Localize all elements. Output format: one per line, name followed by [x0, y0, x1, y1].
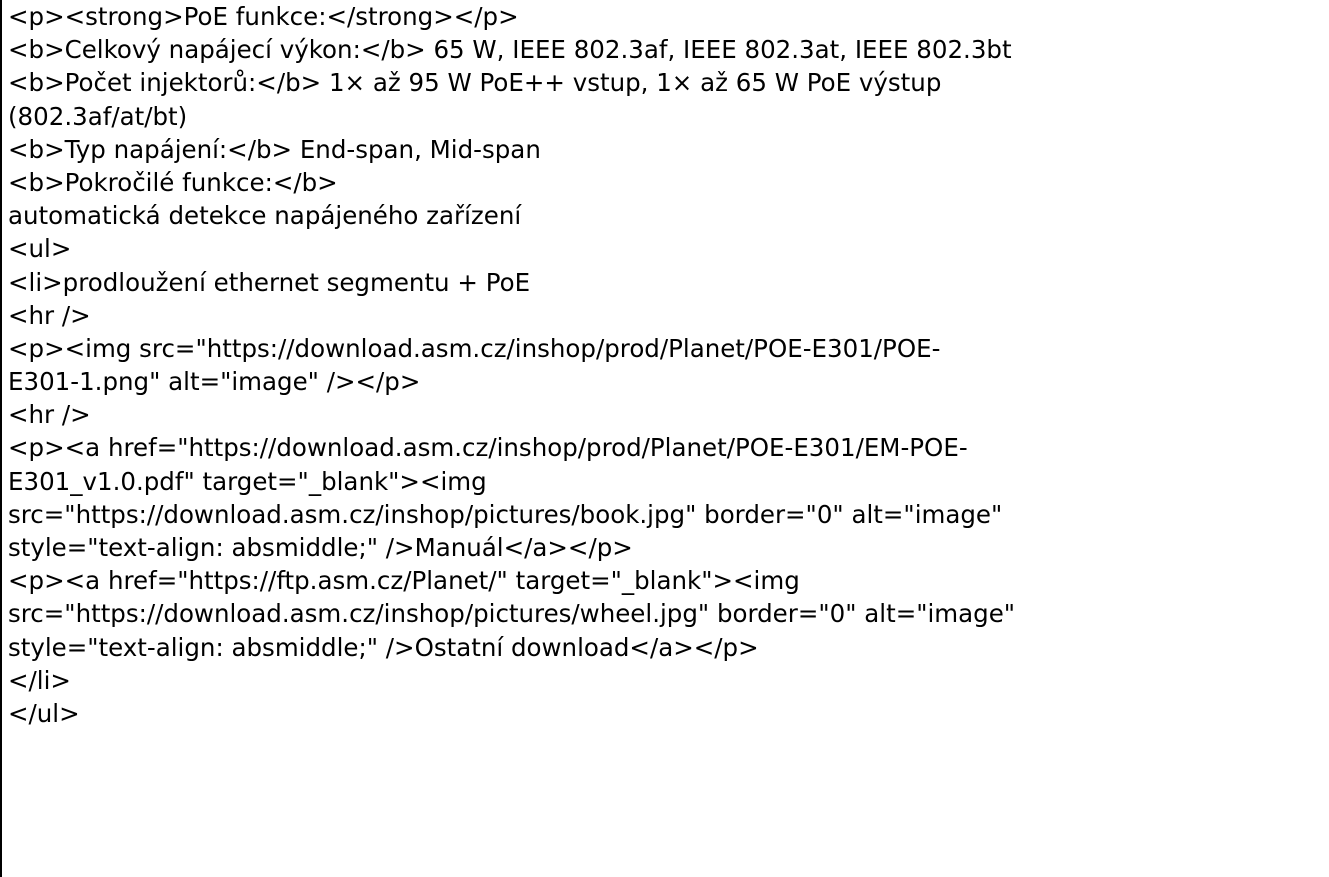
html-source-text-area[interactable]: <p><strong>PoE funkce:</strong></p> <b>C… — [0, 0, 1329, 877]
source-line-7: automatická detekce napájeného zařízení — [8, 201, 522, 231]
source-line-16: src="https://download.asm.cz/inshop/pict… — [8, 499, 1003, 529]
source-line-10: <hr /> — [8, 300, 91, 330]
source-line-15: E301_v1.0.pdf" target="_blank"><img — [8, 466, 487, 496]
source-line-3: <b>Počet injektorů:</b> 1× až 95 W PoE++… — [8, 68, 942, 98]
source-line-17: style="text-align: absmiddle;" />Manuál<… — [8, 533, 633, 562]
source-line-1: <p><strong>PoE funkce:</strong></p> — [8, 2, 519, 31]
source-line-4: (802.3af/at/bt) — [8, 101, 188, 131]
source-line-22: </ul> — [8, 698, 80, 728]
source-line-5: <b>Typ napájení:</b> End-span, Mid-span — [8, 134, 541, 164]
source-line-14: <p><a href="https://download.asm.cz/insh… — [8, 433, 968, 463]
source-line-9: <li>prodloužení ethernet segmentu + PoE — [8, 267, 531, 297]
source-line-8: <ul> — [8, 234, 72, 264]
source-line-18: <p><a href="https://ftp.asm.cz/Planet/" … — [8, 566, 800, 596]
source-line-21: </li> — [8, 665, 71, 695]
source-line-19: src="https://download.asm.cz/inshop/pict… — [8, 599, 1016, 629]
source-line-13: <hr /> — [8, 400, 91, 430]
source-line-2: <b>Celkový napájecí výkon:</b> 65 W, IEE… — [8, 35, 1012, 65]
source-line-20: style="text-align: absmiddle;" />Ostatní… — [8, 632, 759, 662]
source-line-6: <b>Pokročilé funkce:</b> — [8, 167, 338, 197]
source-line-12: E301-1.png" alt="image" /></p> — [8, 367, 421, 397]
source-line-11: <p><img src="https://download.asm.cz/ins… — [8, 333, 941, 363]
